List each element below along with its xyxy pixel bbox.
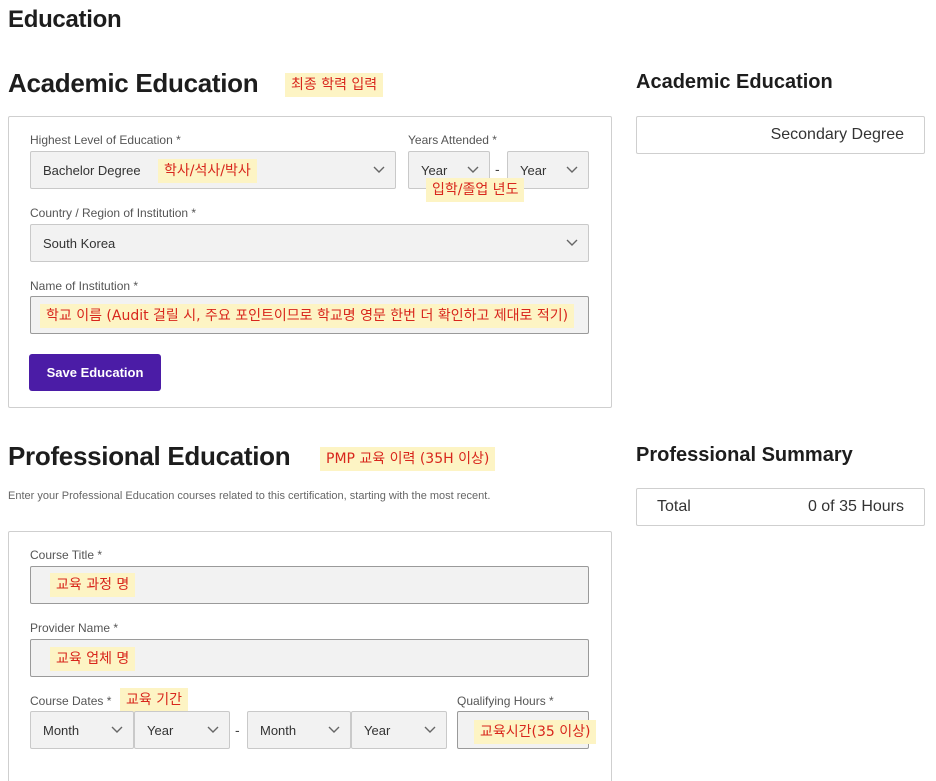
end-month-select[interactable]: Month (247, 711, 351, 749)
years-dash: - (495, 161, 500, 177)
professional-education-note: PMP 교육 이력 (35H 이상) (320, 447, 496, 471)
qualifying-hours-label: Qualifying Hours * (457, 694, 554, 708)
end-month-value: Month (260, 722, 297, 738)
chevron-down-icon (467, 166, 479, 173)
course-title-note: 교육 과정 명 (50, 573, 136, 597)
chevron-down-icon (424, 726, 436, 733)
end-year-select[interactable]: Year (351, 711, 447, 749)
institution-note: 학교 이름 (Audit 걸릴 시, 주요 포인트이므로 학교명 영문 한번 더… (40, 304, 575, 328)
year-from-value: Year (421, 162, 448, 178)
total-hours-value: 0 of 35 Hours (807, 498, 904, 515)
chevron-down-icon (373, 166, 385, 173)
qualifying-hours-note: 교육시간(35 이상) (474, 720, 597, 744)
end-year-value: Year (364, 722, 391, 738)
academic-education-note: 최종 학력 입력 (285, 73, 384, 97)
institution-label: Name of Institution * (30, 279, 139, 293)
country-label: Country / Region of Institution * (30, 206, 197, 220)
save-education-button[interactable]: Save Education (29, 354, 161, 391)
professional-summary-box: Total 0 of 35 Hours (636, 488, 925, 526)
page-title: Education (8, 6, 122, 33)
highest-level-value: Bachelor Degree (43, 162, 141, 178)
professional-education-heading: Professional Education (8, 441, 291, 471)
highest-level-label: Highest Level of Education * (30, 133, 181, 147)
course-dates-label: Course Dates * (30, 694, 112, 708)
provider-name-note: 교육 업체 명 (50, 647, 136, 671)
start-year-value: Year (147, 722, 174, 738)
chevron-down-icon (566, 239, 578, 246)
chevron-down-icon (566, 166, 578, 173)
academic-education-heading: Academic Education (8, 68, 259, 98)
professional-helper-text: Enter your Professional Education course… (8, 490, 491, 502)
course-dates-dash: - (235, 722, 240, 738)
academic-summary-box: Secondary Degree (636, 116, 925, 154)
country-select[interactable]: South Korea (30, 224, 589, 262)
years-attended-label: Years Attended * (408, 133, 497, 147)
academic-summary-value: Secondary Degree (770, 126, 904, 143)
course-dates-note: 교육 기간 (120, 688, 188, 712)
year-to-value: Year (520, 162, 547, 178)
chevron-down-icon (111, 726, 123, 733)
start-month-select[interactable]: Month (30, 711, 134, 749)
total-label: Total (657, 498, 691, 515)
chevron-down-icon (328, 726, 340, 733)
course-title-label: Course Title * (30, 548, 103, 562)
start-year-select[interactable]: Year (134, 711, 230, 749)
provider-name-label: Provider Name * (30, 621, 119, 635)
highest-level-note: 학사/석사/박사 (158, 159, 257, 183)
professional-summary-heading: Professional Summary (636, 444, 853, 466)
country-value: South Korea (43, 235, 116, 251)
academic-summary-heading: Academic Education (636, 71, 833, 93)
chevron-down-icon (207, 726, 219, 733)
years-attended-note: 입학/졸업 년도 (426, 178, 525, 202)
start-month-value: Month (43, 722, 80, 738)
